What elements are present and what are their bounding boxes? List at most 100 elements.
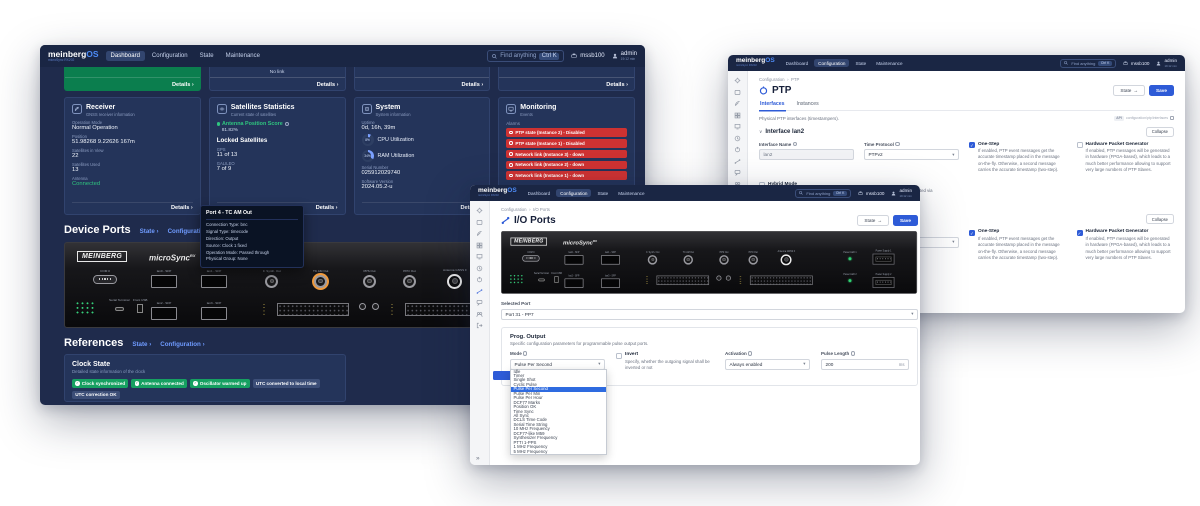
round-connector[interactable] [359, 303, 366, 310]
grid-icon[interactable] [476, 242, 483, 249]
info-icon[interactable] [748, 351, 752, 355]
nav-maintenance[interactable]: Maintenance [872, 59, 906, 67]
pps-out-bnc-port[interactable] [363, 275, 376, 288]
gear-icon[interactable] [734, 77, 741, 84]
fsynth-out-bnc-port[interactable] [265, 275, 278, 288]
com-port[interactable] [522, 255, 540, 262]
host-indicator[interactable]: mssb100 [858, 191, 885, 196]
hardware-packet-generator-checkbox[interactable] [1077, 142, 1083, 148]
info-icon[interactable] [285, 122, 289, 126]
fsynth-out-bnc-port[interactable] [648, 255, 657, 264]
round-connector[interactable] [372, 303, 379, 310]
dropdown-option[interactable]: 5 MHz Frequency [511, 450, 606, 454]
meinberg-logo[interactable]: meinbergOS microSync RX202 [736, 58, 775, 68]
nav-state[interactable]: State [195, 51, 219, 61]
time-protocol-select[interactable]: PTPv2▾ [864, 149, 959, 160]
state-button[interactable]: State→ [1113, 85, 1145, 96]
gear-icon[interactable] [476, 207, 483, 214]
chat-icon[interactable] [476, 299, 483, 306]
summary-card-network[interactable]: No link Details › [209, 67, 346, 91]
display-icon[interactable] [476, 253, 483, 260]
pps-out-bnc-port[interactable] [719, 255, 728, 264]
user-menu[interactable]: admin 19:12 min [1156, 58, 1177, 68]
ppo-out-bnc-port[interactable] [748, 255, 757, 264]
meinberg-logo[interactable]: meinbergOS microSync RX202 [48, 50, 99, 63]
state-button[interactable]: State→ [857, 215, 889, 226]
alarm-badge[interactable]: Network link (Instance 3) - down [506, 150, 627, 159]
front-usb-port[interactable] [137, 304, 143, 313]
antenna-icon[interactable] [734, 100, 741, 107]
details-link[interactable]: Details › [72, 202, 193, 212]
sidebar-expand-button[interactable]: » [476, 455, 480, 462]
info-icon[interactable] [523, 351, 527, 355]
nav-state[interactable]: State [593, 189, 612, 197]
terminal-block-port[interactable] [750, 276, 813, 285]
chat-icon[interactable] [734, 169, 741, 176]
io-ports-icon[interactable] [734, 158, 741, 165]
save-button[interactable]: Save [893, 215, 918, 226]
references-state-link[interactable]: State › [132, 341, 151, 348]
tc-am-out-bnc-port-selected[interactable] [314, 275, 327, 288]
receiver-icon[interactable] [476, 219, 483, 226]
tab-interfaces[interactable]: Interfaces [759, 101, 786, 110]
lan1-sfp-port[interactable] [201, 275, 227, 288]
copy-icon[interactable] [1170, 116, 1174, 120]
lan2-sfp-port[interactable] [151, 307, 177, 320]
clock-icon[interactable] [734, 135, 741, 142]
alarm-badge[interactable]: Network link (Instance 1) - down [506, 171, 627, 180]
nav-state[interactable]: State [851, 59, 870, 67]
alarm-badge[interactable]: Network link (Instance 2) - down [506, 161, 627, 170]
details-link[interactable]: Details › [362, 202, 483, 212]
nav-dashboard[interactable]: Dashboard [524, 189, 554, 197]
lan1-sfp-port[interactable] [601, 255, 620, 264]
display-icon[interactable] [734, 123, 741, 130]
lan3-sfp-port[interactable] [201, 307, 227, 320]
invert-checkbox[interactable] [616, 353, 622, 359]
device-ports-state-link[interactable]: State › [140, 228, 159, 235]
summary-card-3[interactable]: Details › [354, 67, 491, 91]
user-menu[interactable]: admin 19:12 min [612, 51, 637, 62]
one-step-checkbox[interactable]: ✓ [969, 230, 975, 236]
antenna-bnc-port[interactable] [781, 254, 792, 265]
front-usb-port[interactable] [554, 276, 558, 283]
logout-icon[interactable] [476, 322, 483, 329]
nav-maintenance[interactable]: Maintenance [614, 189, 648, 197]
round-connector[interactable] [716, 276, 721, 281]
serial-terminal-port[interactable] [538, 278, 545, 281]
nav-configuration[interactable]: Configuration [556, 189, 591, 197]
info-icon[interactable] [851, 351, 855, 355]
antenna-bnc-port[interactable] [447, 274, 462, 289]
terminal-block-port[interactable] [656, 276, 709, 285]
search-input[interactable]: Find anything Ctrl K [1060, 59, 1116, 68]
lan2-sfp-port[interactable] [565, 278, 584, 287]
lan3-sfp-port[interactable] [601, 278, 620, 287]
breadcrumb[interactable]: Configuration›I/O Ports [501, 207, 918, 212]
collapse-button[interactable]: Collapse [1146, 127, 1174, 137]
alarm-badge[interactable]: PTP state (Instance 1) - Disabled [506, 139, 627, 148]
chevron-down-icon[interactable]: ∨ [759, 129, 762, 135]
user-menu[interactable]: admin 19:12 min [891, 188, 912, 198]
receiver-icon[interactable] [734, 89, 741, 96]
summary-card-4[interactable]: Details › [498, 67, 635, 91]
power-icon[interactable] [476, 276, 483, 283]
collapse-button[interactable]: Collapse [1146, 214, 1174, 224]
users-icon[interactable] [476, 311, 483, 318]
power-icon[interactable] [734, 146, 741, 153]
info-icon[interactable] [895, 142, 899, 146]
clock-icon[interactable] [476, 265, 483, 272]
summary-card-clock[interactable]: Details › [64, 67, 201, 91]
nav-configuration[interactable]: Configuration [147, 51, 193, 61]
search-input[interactable]: Find anything Ctrl K [487, 50, 564, 62]
tab-instances[interactable]: Instances [796, 101, 820, 110]
references-configuration-link[interactable]: Configuration › [160, 341, 204, 348]
serial-terminal-port[interactable] [115, 307, 124, 311]
host-indicator[interactable]: mssb100 [1123, 61, 1150, 66]
nav-dashboard[interactable]: Dashboard [106, 51, 145, 61]
search-input[interactable]: Find anything Ctrl K [795, 189, 851, 198]
nav-configuration[interactable]: Configuration [814, 59, 849, 67]
grid-icon[interactable] [734, 112, 741, 119]
selected-port-select[interactable]: Port 31 - PP7 ▾ [501, 309, 918, 320]
interface-name-field[interactable]: lan2 [759, 149, 854, 160]
hardware-packet-generator-checkbox[interactable]: ✓ [1077, 230, 1083, 236]
lan0-sfp-port[interactable] [565, 255, 584, 264]
